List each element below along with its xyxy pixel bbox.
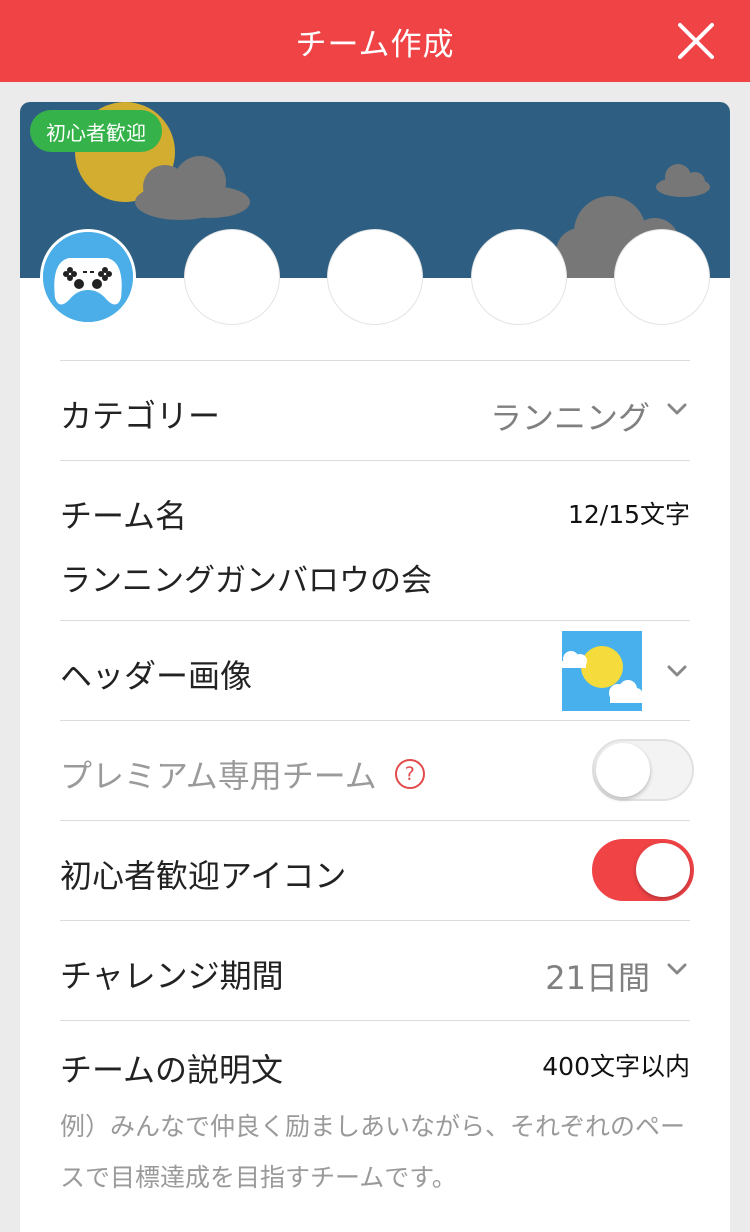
beginner-icon-row: 初心者歓迎アイコン: [60, 820, 694, 920]
team-name-input[interactable]: ランニングガンバロウの会: [60, 555, 432, 600]
header-image-row[interactable]: ヘッダー画像: [60, 620, 690, 720]
team-name-label: チーム名: [60, 497, 188, 535]
description-textarea[interactable]: 例）みんなで仲良く励ましあいながら、それぞれのペースで目標達成を目指すチームです…: [60, 1101, 690, 1203]
chevron-down-icon: [667, 665, 687, 677]
team-name-row: チーム名 12/15文字 ランニングガンバロウの会: [60, 460, 690, 620]
beginner-icon-toggle[interactable]: [592, 839, 694, 901]
category-label: カテゴリー: [60, 397, 221, 435]
description-char-limit: 400文字以内: [542, 1052, 690, 1081]
premium-label-text: プレミアム専用チーム: [60, 757, 377, 795]
close-icon[interactable]: [674, 19, 718, 63]
beginner-icon-label: 初心者歓迎アイコン: [60, 857, 347, 895]
category-value: ランニング: [489, 399, 650, 437]
navigation-bar: チーム作成: [0, 0, 750, 82]
settings-list: カテゴリー ランニング チーム名 12/15文字 ランニングガンバロウの会 ヘッ…: [60, 360, 694, 1220]
team-form-card: 初心者歓迎 カテゴリー ランニング チーム名 12/15文字 ランニングガンバロ…: [20, 102, 730, 1232]
member-slot-empty[interactable]: [327, 229, 423, 325]
chevron-down-icon: [667, 963, 687, 975]
toggle-knob: [596, 743, 650, 797]
member-slot-empty[interactable]: [471, 229, 567, 325]
challenge-period-value: 21日間: [545, 959, 650, 997]
description-row: チームの説明文 400文字以内 例）みんなで仲良く励ましあいながら、それぞれのペ…: [60, 1020, 690, 1220]
description-label: チームの説明文: [60, 1051, 284, 1089]
chevron-down-icon: [667, 403, 687, 415]
page-title: チーム作成: [295, 26, 455, 63]
premium-label: プレミアム専用チーム?: [60, 751, 425, 797]
challenge-period-row[interactable]: チャレンジ期間 21日間: [60, 920, 690, 1020]
beginner-badge: 初心者歓迎: [30, 110, 162, 152]
member-slot-empty[interactable]: [614, 229, 710, 325]
member-slot-empty[interactable]: [184, 229, 280, 325]
toggle-knob: [636, 843, 690, 897]
category-row[interactable]: カテゴリー ランニング: [60, 360, 690, 460]
sun-cloud-icon: [562, 631, 642, 711]
help-icon[interactable]: ?: [394, 759, 425, 789]
team-name-char-count: 12/15文字: [567, 500, 690, 529]
premium-toggle[interactable]: [592, 739, 694, 801]
avatar[interactable]: [40, 229, 136, 325]
gamepad-icon: [43, 232, 133, 322]
header-image-label: ヘッダー画像: [60, 657, 253, 695]
challenge-period-label: チャレンジ期間: [60, 957, 284, 995]
premium-row: プレミアム専用チーム?: [60, 720, 694, 820]
